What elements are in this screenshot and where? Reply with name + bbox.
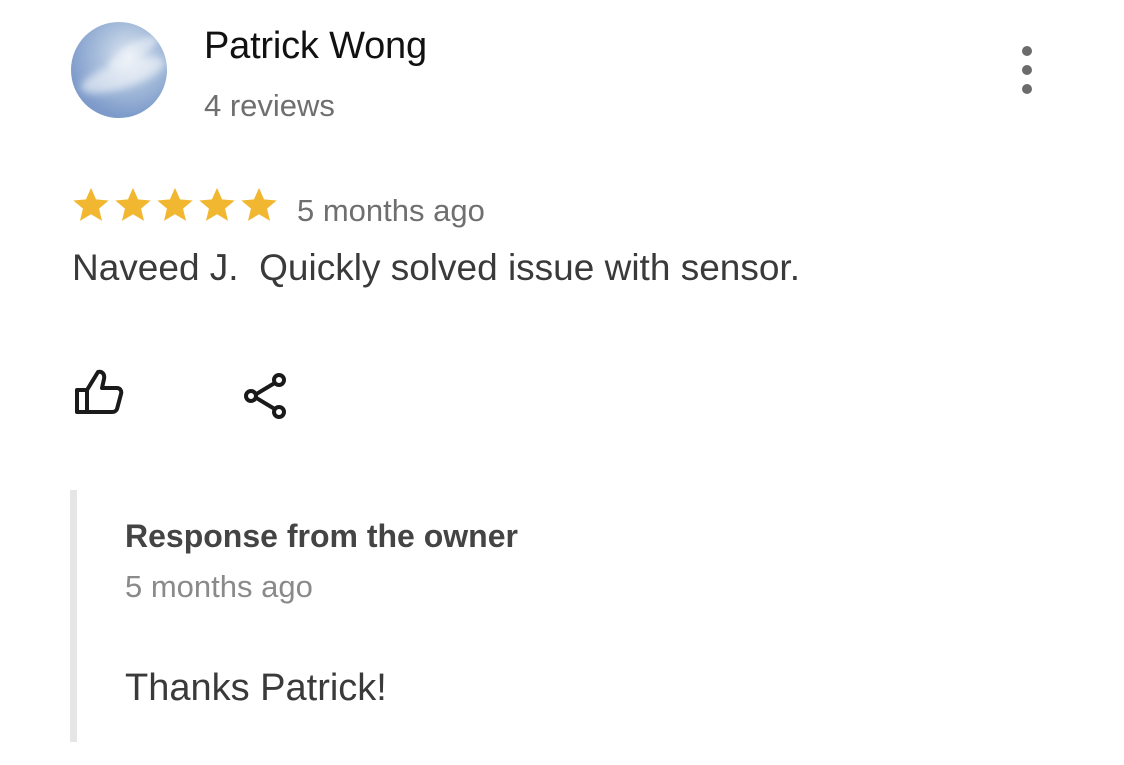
owner-response: Response from the owner 5 months ago Tha… — [70, 490, 977, 742]
like-button[interactable] — [72, 366, 126, 418]
review-count: 4 reviews — [204, 88, 335, 123]
star-icon — [115, 187, 151, 221]
star-icon — [73, 187, 109, 221]
star-icon — [199, 187, 235, 221]
share-icon — [244, 373, 286, 419]
more-vertical-icon-dot — [1022, 84, 1032, 94]
star-icon — [157, 187, 193, 221]
more-vertical-icon-dot — [1022, 65, 1032, 75]
review-text: Naveed J. Quickly solved issue with sens… — [72, 247, 800, 288]
avatar[interactable] — [71, 22, 167, 118]
response-title: Response from the owner — [125, 518, 518, 554]
more-vertical-icon — [1022, 46, 1032, 56]
response-date: 5 months ago — [125, 569, 313, 604]
response-text: Thanks Patrick! — [125, 667, 387, 709]
review-date: 5 months ago — [297, 193, 485, 228]
share-button[interactable] — [240, 370, 292, 422]
reviewer-name[interactable]: Patrick Wong — [204, 25, 427, 68]
more-options-button[interactable] — [1012, 46, 1042, 94]
star-rating — [70, 184, 280, 226]
star-icon — [241, 187, 277, 221]
thumbs-up-icon — [75, 369, 124, 414]
